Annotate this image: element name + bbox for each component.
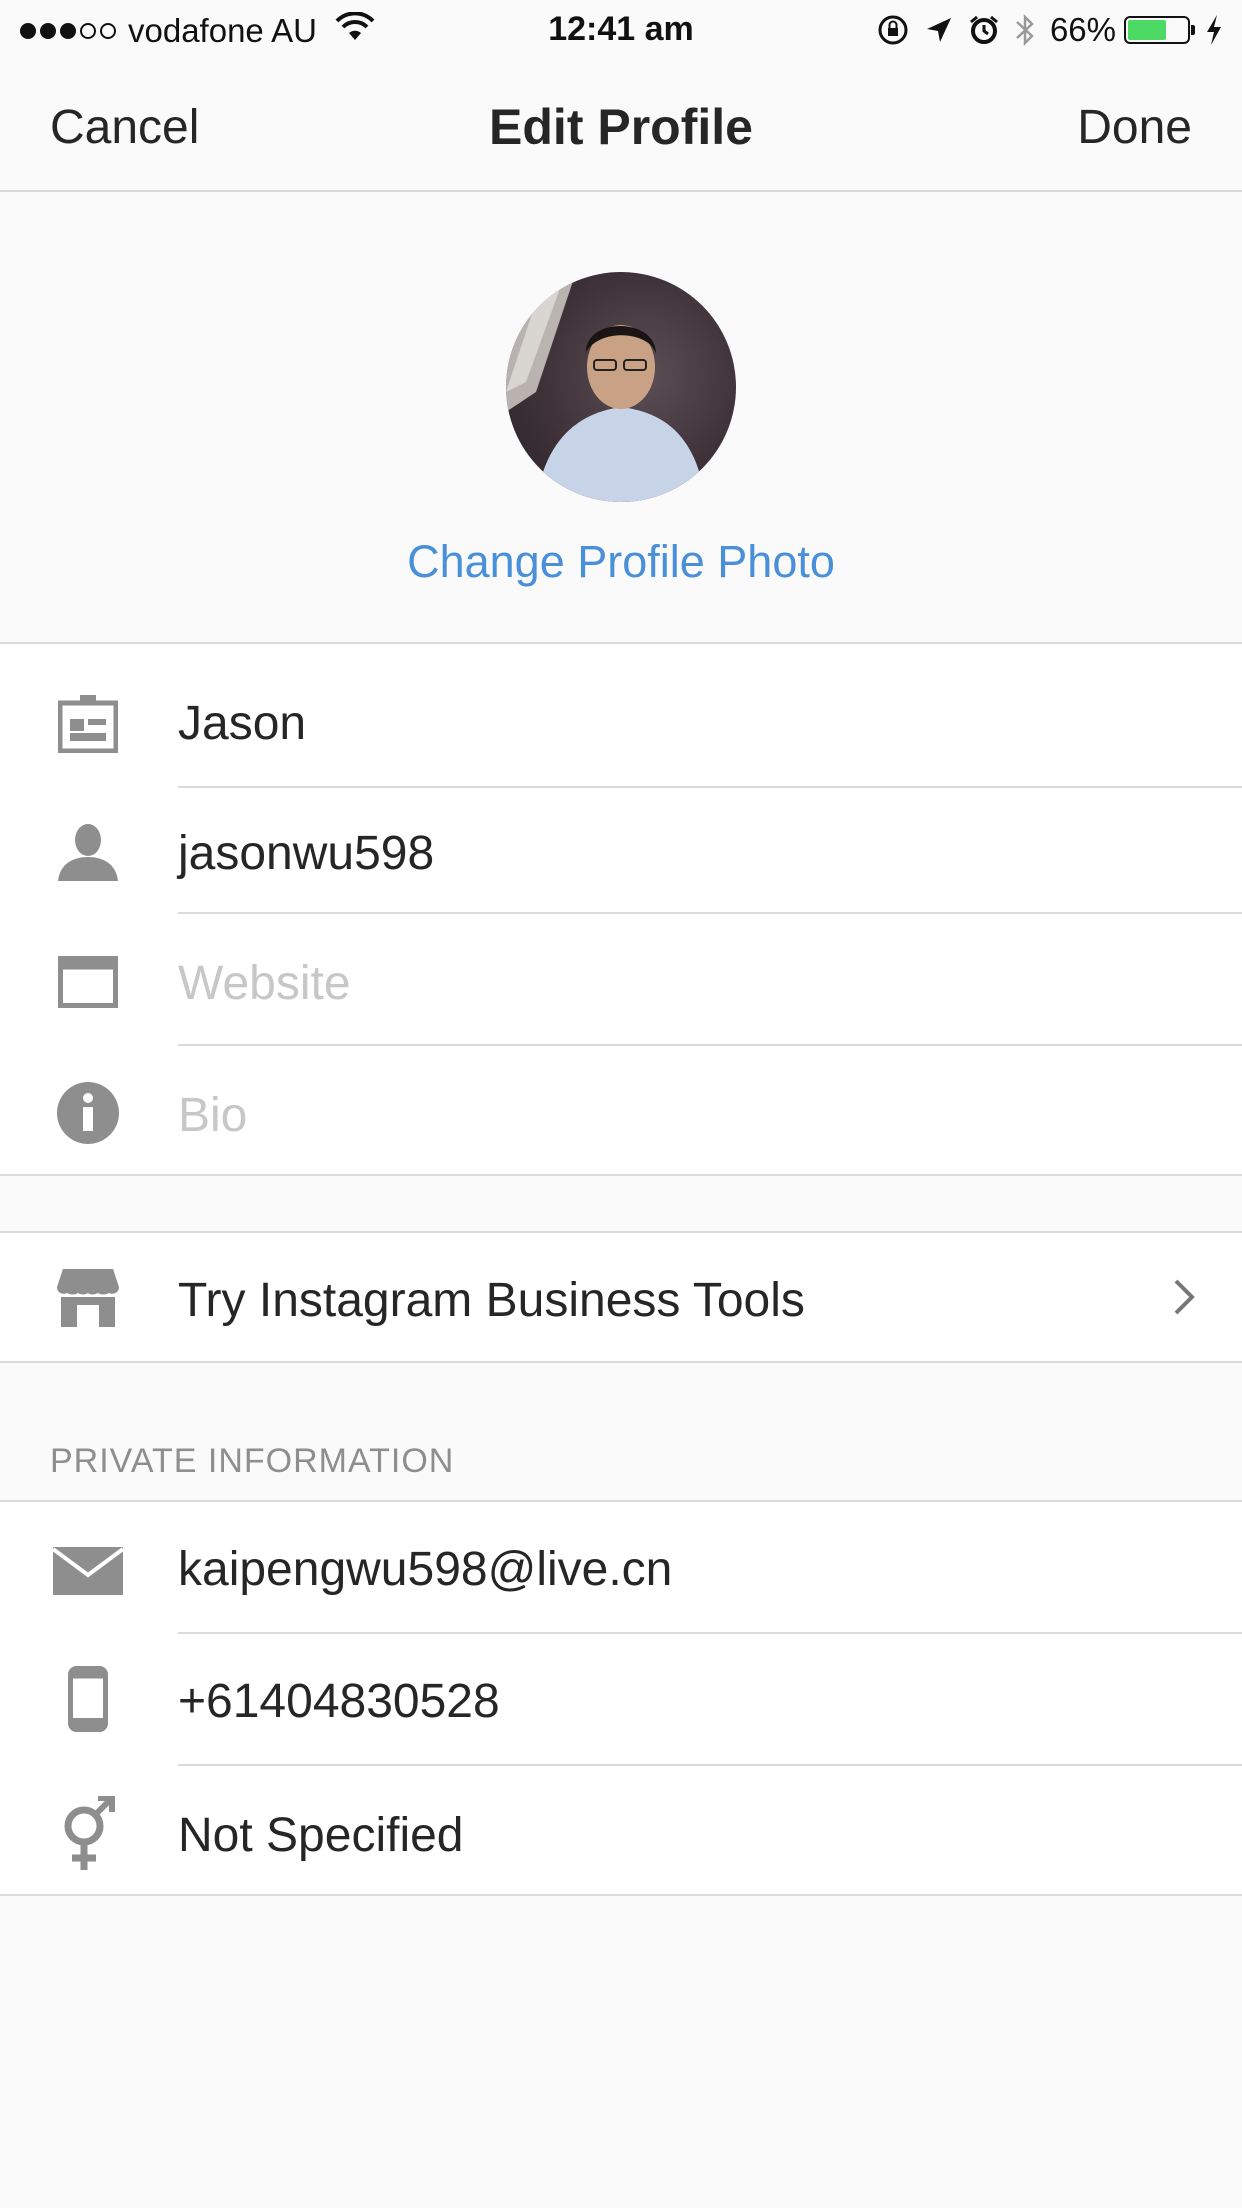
phone-row[interactable]: +61404830528 bbox=[0, 1634, 1242, 1766]
charging-icon bbox=[1204, 14, 1224, 46]
status-right: 66% bbox=[862, 8, 1224, 52]
bio-row[interactable]: Bio bbox=[0, 1046, 1242, 1176]
nav-bar: Cancel Edit Profile Done bbox=[0, 62, 1242, 192]
info-icon bbox=[52, 1080, 124, 1146]
battery-percent: 66% bbox=[1049, 11, 1116, 48]
website-row[interactable]: Website bbox=[0, 914, 1242, 1046]
alarm-icon bbox=[968, 14, 1000, 46]
name-field[interactable]: Jason bbox=[178, 696, 306, 751]
done-button[interactable]: Done bbox=[1077, 100, 1192, 155]
gender-field[interactable]: Not Specified bbox=[178, 1808, 464, 1863]
battery-icon bbox=[1124, 16, 1195, 44]
page-title: Edit Profile bbox=[489, 99, 753, 155]
person-icon bbox=[52, 822, 124, 882]
email-row[interactable]: kaipengwu598@live.cn bbox=[0, 1502, 1242, 1634]
name-row[interactable]: Jason bbox=[0, 644, 1242, 788]
business-tools-label: Try Instagram Business Tools bbox=[178, 1274, 805, 1327]
orientation-lock-icon bbox=[876, 13, 910, 47]
username-row[interactable]: jasonwu598 bbox=[0, 788, 1242, 914]
location-icon bbox=[924, 15, 954, 45]
business-tools-group: Try Instagram Business Tools bbox=[0, 1231, 1242, 1363]
gender-icon bbox=[52, 1796, 124, 1872]
profile-fields-group: Jason jasonwu598 Website Bio bbox=[0, 642, 1242, 1176]
bluetooth-icon bbox=[1014, 12, 1036, 48]
name-card-icon bbox=[52, 694, 124, 754]
email-field[interactable]: kaipengwu598@live.cn bbox=[178, 1542, 672, 1597]
chevron-right-icon bbox=[1172, 1277, 1198, 1322]
gender-row[interactable]: Not Specified bbox=[0, 1766, 1242, 1896]
phone-field[interactable]: +61404830528 bbox=[178, 1674, 500, 1729]
business-tools-row[interactable]: Try Instagram Business Tools bbox=[0, 1233, 1242, 1361]
browser-window-icon bbox=[52, 952, 124, 1012]
private-info-group: kaipengwu598@live.cn +61404830528 Not Sp… bbox=[0, 1500, 1242, 1896]
username-field[interactable]: jasonwu598 bbox=[178, 826, 434, 881]
avatar[interactable] bbox=[506, 272, 736, 502]
private-info-header: PRIVATE INFORMATION bbox=[50, 1442, 455, 1480]
envelope-icon bbox=[52, 1546, 124, 1596]
bio-field[interactable]: Bio bbox=[178, 1088, 247, 1143]
status-bar: vodafone AU 12:41 am 66% bbox=[0, 0, 1242, 62]
shop-icon bbox=[52, 1267, 124, 1329]
website-field[interactable]: Website bbox=[178, 956, 351, 1011]
phone-icon bbox=[52, 1664, 124, 1734]
avatar-photo bbox=[506, 272, 706, 502]
change-profile-photo-link[interactable]: Change Profile Photo bbox=[0, 536, 1242, 588]
